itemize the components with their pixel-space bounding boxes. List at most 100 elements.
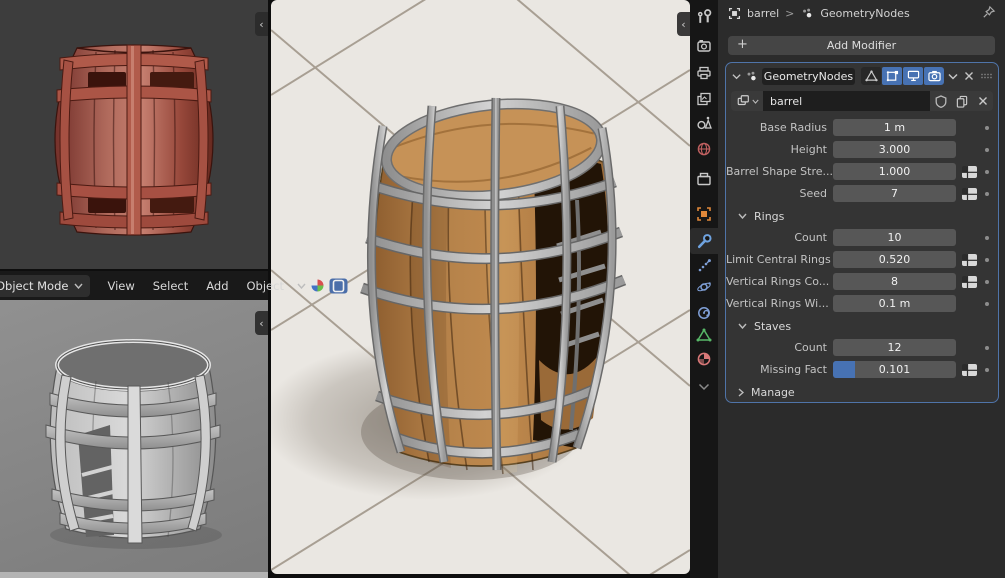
input-attribute-toggle[interactable]: [960, 186, 978, 201]
field-label: Barrel Shape Stre...: [726, 161, 827, 183]
menu-object[interactable]: Object: [238, 279, 293, 293]
modifier-section-manage[interactable]: Manage: [726, 381, 998, 403]
barrel-model-rendered[interactable]: [362, 94, 624, 474]
menu-add[interactable]: Add: [197, 279, 237, 293]
chevron-down-icon[interactable]: [690, 374, 718, 400]
viewport-shading-material-preview-icon[interactable]: [310, 278, 325, 293]
viewport-header: Object Mode View Select Add Object: [0, 271, 268, 300]
chevron-down-icon[interactable]: [297, 283, 306, 289]
node-group-row: barrel: [731, 91, 993, 111]
field-label: Height: [726, 139, 827, 161]
field-value[interactable]: 3.000: [833, 141, 956, 158]
decorator-dot[interactable]: [985, 192, 989, 196]
sidebar-collapse-arrow[interactable]: ‹: [677, 12, 690, 36]
breadcrumb-object[interactable]: barrel: [747, 7, 779, 20]
fake-user-shield-icon[interactable]: [930, 91, 951, 111]
sidebar-collapse-arrow[interactable]: ‹: [255, 12, 268, 36]
field-value[interactable]: 0.1 m: [833, 295, 956, 312]
barrel-model-gray-preview[interactable]: [0, 285, 268, 563]
extras-chevron-icon[interactable]: [948, 73, 958, 80]
properties-editor: barrel > GeometryNodes + Add Modifier: [690, 0, 1005, 578]
properties-tab-view-layer[interactable]: [690, 86, 718, 112]
properties-tab-material[interactable]: [690, 346, 718, 372]
field-label: Limit Central Rings: [726, 249, 827, 271]
display-render-toggle[interactable]: [924, 67, 944, 85]
decorator-dot[interactable]: [985, 170, 989, 174]
modifier-section-rings[interactable]: Rings: [726, 205, 998, 227]
decorator-dot[interactable]: [985, 126, 989, 130]
pin-icon[interactable]: [981, 5, 996, 20]
properties-tab-render[interactable]: [690, 33, 718, 59]
sidebar-collapse-arrow[interactable]: ‹: [255, 311, 268, 335]
mode-dropdown[interactable]: Object Mode: [0, 275, 90, 297]
properties-tab-object-data[interactable]: [690, 322, 718, 348]
input-attribute-toggle[interactable]: [960, 274, 978, 289]
properties-content: barrel > GeometryNodes + Add Modifier: [718, 0, 1005, 578]
field-value[interactable]: 7: [833, 185, 956, 202]
drag-handle-icon[interactable]: [980, 72, 993, 80]
properties-tab-output[interactable]: [690, 60, 718, 86]
field-value[interactable]: 12: [833, 339, 956, 356]
properties-tab-collection[interactable]: [690, 166, 718, 192]
modifier-section-staves[interactable]: Staves: [726, 315, 998, 337]
input-attribute-toggle[interactable]: [960, 362, 978, 377]
menu-select[interactable]: Select: [144, 279, 197, 293]
section-label: Staves: [754, 320, 791, 333]
input-attribute-toggle[interactable]: [960, 164, 978, 179]
field-label: Count: [726, 337, 827, 359]
input-attribute-toggle[interactable]: [960, 252, 978, 267]
section-label: Manage: [751, 386, 795, 399]
unlink-close-icon[interactable]: [972, 91, 993, 111]
chevron-down-icon: [738, 213, 747, 219]
field-label: Base Radius: [726, 117, 827, 139]
properties-tab-world[interactable]: [690, 136, 718, 162]
decorator-dot[interactable]: [985, 148, 989, 152]
viewport-3d-bottom-left[interactable]: ‹: [0, 271, 268, 578]
modifier-field-base-radius: Base Radius 1 m: [726, 117, 998, 139]
properties-tab-object[interactable]: [690, 201, 718, 227]
properties-tab-column: [690, 0, 718, 578]
node-group-name-field[interactable]: barrel: [763, 91, 930, 111]
decorator-dot[interactable]: [985, 280, 989, 284]
decorator-dot[interactable]: [985, 346, 989, 350]
browse-node-tree-button[interactable]: [731, 91, 763, 111]
modifier-field-limit-central-rings: Limit Central Rings 0.520: [726, 249, 998, 271]
decorator-dot[interactable]: [985, 258, 989, 262]
display-edit-mode-toggle[interactable]: [882, 67, 902, 85]
field-value[interactable]: 0.520: [833, 251, 956, 268]
copy-icon[interactable]: [951, 91, 972, 111]
modifier-field-count: Count 10: [726, 227, 998, 249]
add-modifier-button[interactable]: + Add Modifier: [728, 36, 995, 55]
field-value[interactable]: 0.101: [833, 361, 956, 378]
decorator-dot[interactable]: [985, 302, 989, 306]
viewport-3d-top-left[interactable]: ‹: [0, 0, 268, 269]
properties-tab-scene[interactable]: [690, 110, 718, 136]
breadcrumb-node-group[interactable]: GeometryNodes: [820, 7, 909, 20]
barrel-model-red-preview[interactable]: [0, 0, 268, 269]
add-modifier-label: Add Modifier: [827, 39, 896, 52]
field-value[interactable]: 8: [833, 273, 956, 290]
breadcrumb-separator: >: [785, 7, 794, 20]
expand-chevron-icon[interactable]: [732, 73, 741, 80]
chevron-down-icon: [74, 283, 83, 289]
display-on-cage-toggle[interactable]: [861, 67, 881, 85]
field-value[interactable]: 10: [833, 229, 956, 246]
display-realtime-toggle[interactable]: [903, 67, 923, 85]
viewport-shading-rendered-icon[interactable]: [329, 278, 348, 294]
modifier-field-missing-fact: Missing Fact 0.101: [726, 359, 998, 381]
mode-dropdown-label: Object Mode: [0, 279, 68, 293]
decorator-dot[interactable]: [985, 236, 989, 240]
menu-view[interactable]: View: [98, 279, 143, 293]
properties-tab-modifiers[interactable]: [690, 228, 718, 254]
properties-tab-physics[interactable]: [690, 274, 718, 300]
field-value[interactable]: 1.000: [833, 163, 956, 180]
modifier-name-field[interactable]: GeometryNodes: [762, 68, 855, 85]
geometry-nodes-icon: [800, 7, 814, 20]
geometry-nodes-icon: [745, 70, 758, 83]
close-icon[interactable]: [964, 71, 974, 81]
field-value[interactable]: 1 m: [833, 119, 956, 136]
plus-icon: +: [737, 37, 748, 52]
decorator-dot[interactable]: [985, 368, 989, 372]
chevron-right-icon: [738, 388, 744, 397]
properties-tab-tool[interactable]: [690, 3, 718, 29]
